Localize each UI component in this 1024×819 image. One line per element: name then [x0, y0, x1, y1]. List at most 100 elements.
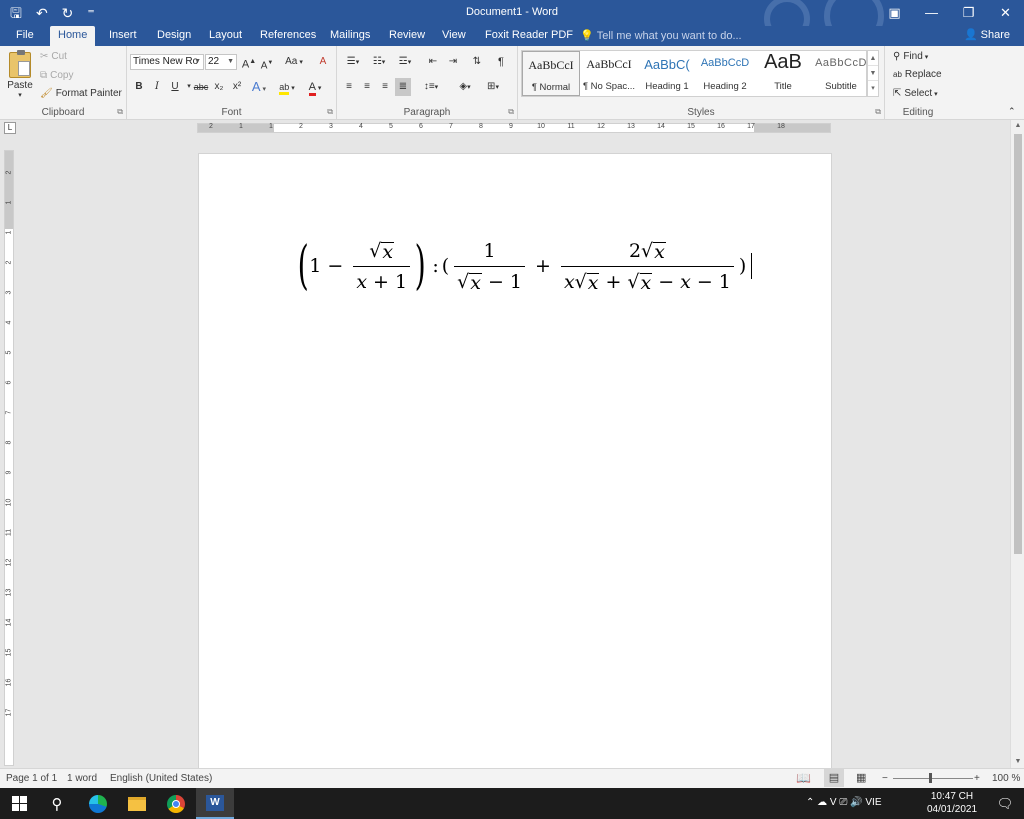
- strikethrough-button[interactable]: abc: [193, 78, 209, 96]
- taskbar-clock[interactable]: 10:47 CH 04/01/2021: [920, 790, 984, 816]
- scroll-up-icon[interactable]: ▲: [1011, 120, 1024, 132]
- paragraph-launcher-icon[interactable]: ⧉: [508, 107, 514, 117]
- notifications-icon[interactable]: 🗨: [986, 788, 1024, 819]
- search-taskbar-icon[interactable]: ⚲: [38, 788, 76, 819]
- sort-button[interactable]: ⇅: [469, 53, 485, 71]
- align-center-button[interactable]: ≡: [359, 78, 375, 96]
- shading-button[interactable]: ◈▾: [453, 78, 477, 96]
- decrease-indent-button[interactable]: ⇤: [425, 53, 441, 71]
- replace-button[interactable]: ab Replace: [893, 69, 942, 80]
- tab-home[interactable]: Home: [50, 26, 96, 46]
- line-spacing-button[interactable]: ↕≡▾: [419, 78, 443, 96]
- find-button[interactable]: ⚲ Find ▾: [893, 51, 928, 62]
- copy-button[interactable]: ⧉ Copy: [40, 70, 74, 81]
- bold-button[interactable]: B: [131, 78, 147, 96]
- tab-design[interactable]: Design: [149, 26, 199, 46]
- file-explorer-icon[interactable]: [118, 788, 156, 819]
- shrink-font-button[interactable]: A▼: [259, 54, 275, 72]
- gallery-up-icon[interactable]: ▲: [868, 51, 878, 66]
- bullets-button[interactable]: ☰▾: [341, 53, 365, 71]
- cut-button[interactable]: ✂ Cut: [40, 51, 67, 62]
- scroll-thumb[interactable]: [1014, 134, 1022, 554]
- tab-review[interactable]: Review: [381, 26, 433, 46]
- style-heading-1[interactable]: AaBbC( Heading 1: [638, 51, 696, 96]
- style-subtitle[interactable]: AaBbCcD Subtitle: [812, 51, 870, 96]
- align-right-button[interactable]: ≡: [377, 78, 393, 96]
- document-page[interactable]: ( 1 − √ x x +1 ) : ( 1 √ x −1 + 2 √ x x √ x + √ x − x…: [198, 153, 832, 768]
- zoom-slider-thumb[interactable]: [929, 773, 932, 783]
- numbering-button[interactable]: ☷▾: [367, 53, 391, 71]
- system-tray-icons[interactable]: ⌃ ☁ V ⎚ 🔊 VIE: [806, 797, 882, 808]
- word-count[interactable]: 1 word: [67, 773, 97, 784]
- font-launcher-icon[interactable]: ⧉: [327, 107, 333, 117]
- align-left-button[interactable]: ≡: [341, 78, 357, 96]
- word-app-icon[interactable]: W: [196, 788, 234, 819]
- style-normal[interactable]: AaBbCcI ¶ Normal: [522, 51, 580, 96]
- grow-font-button[interactable]: A▲: [241, 53, 257, 71]
- tab-selector[interactable]: L: [4, 122, 16, 134]
- styles-launcher-icon[interactable]: ⧉: [875, 107, 881, 117]
- collapse-ribbon-icon[interactable]: ⌃: [1008, 106, 1016, 117]
- italic-button[interactable]: I: [149, 78, 165, 96]
- style-title[interactable]: AaB Title: [754, 51, 812, 96]
- superscript-button[interactable]: x²: [229, 78, 245, 96]
- tab-file[interactable]: File: [8, 26, 42, 46]
- share-button[interactable]: 👤 Share: [964, 28, 1010, 41]
- tab-layout[interactable]: Layout: [201, 26, 250, 46]
- start-button[interactable]: [0, 788, 38, 819]
- gallery-down-icon[interactable]: ▼: [868, 66, 878, 81]
- zoom-level[interactable]: 100 %: [992, 773, 1020, 784]
- text-effects-button[interactable]: A ▾: [251, 78, 267, 96]
- language-status[interactable]: English (United States): [110, 773, 212, 784]
- subscript-button[interactable]: x₂: [211, 78, 227, 96]
- zoom-slider[interactable]: [893, 778, 973, 779]
- vruler-number: 9: [5, 470, 13, 475]
- print-layout-icon[interactable]: ▤: [824, 769, 844, 787]
- scroll-down-icon[interactable]: ▼: [1011, 756, 1024, 768]
- style-heading-2[interactable]: AaBbCcD Heading 2: [696, 51, 754, 96]
- select-button[interactable]: ⇱ Select ▾: [893, 88, 938, 99]
- paste-dropdown-icon[interactable]: ▾: [6, 91, 34, 99]
- ribbon-display-options-icon[interactable]: ▣: [876, 0, 913, 26]
- vertical-ruler[interactable]: 2 1 1 2 3 4 5 6 7 8 9 10 11 12 13 14 15 16 17: [4, 150, 14, 766]
- read-mode-icon[interactable]: 📖: [796, 771, 811, 785]
- vertical-scrollbar[interactable]: ▲ ▼: [1010, 120, 1024, 768]
- font-size-combo[interactable]: 22 ▼: [205, 54, 237, 70]
- tell-me-search[interactable]: 💡 Tell me what you want to do...: [580, 29, 742, 42]
- change-case-button[interactable]: Aa ▾: [283, 53, 305, 71]
- font-color-button[interactable]: A ▾: [307, 78, 323, 96]
- restore-icon[interactable]: ❐: [950, 0, 987, 26]
- highlight-button[interactable]: ab ▾: [279, 78, 295, 96]
- format-painter-button[interactable]: 🖌 Format Painter: [40, 88, 122, 99]
- style-no-spacing[interactable]: AaBbCcI ¶ No Spac...: [580, 51, 638, 96]
- tab-view[interactable]: View: [434, 26, 474, 46]
- tab-foxit-reader-pdf[interactable]: Foxit Reader PDF: [477, 26, 581, 46]
- zoom-in-button[interactable]: +: [974, 773, 980, 784]
- select-label: Select: [904, 88, 933, 99]
- close-icon[interactable]: ✕: [987, 0, 1024, 26]
- horizontal-ruler[interactable]: 2 1 1 2 3 4 5 6 7 8 9 10 11 12 13 14 15 16 17 18: [197, 123, 831, 133]
- clear-formatting-button[interactable]: A: [315, 53, 331, 71]
- edge-browser-icon[interactable]: [79, 788, 117, 819]
- multilevel-list-button[interactable]: ☲▾: [393, 53, 417, 71]
- increase-indent-button[interactable]: ⇥: [445, 53, 461, 71]
- math-equation[interactable]: ( 1 − √ x x +1 ) : ( 1 √ x −1 + 2 √ x x √ x + √ x − x…: [297, 234, 753, 298]
- tab-references[interactable]: References: [252, 26, 324, 46]
- paste-button[interactable]: Paste ▾: [6, 50, 34, 99]
- chrome-browser-icon[interactable]: [157, 788, 195, 819]
- cut-label: Cut: [51, 51, 67, 62]
- page-count[interactable]: Page 1 of 1: [6, 773, 57, 784]
- show-marks-button[interactable]: ¶: [493, 53, 509, 71]
- gallery-more-icon[interactable]: ▾: [868, 81, 878, 96]
- zoom-out-button[interactable]: −: [882, 773, 888, 784]
- tab-mailings[interactable]: Mailings: [322, 26, 378, 46]
- justify-button[interactable]: ≣: [395, 78, 411, 96]
- font-name-combo[interactable]: Times New Ro ▼: [130, 54, 204, 70]
- borders-button[interactable]: ⊞▾: [481, 78, 505, 96]
- clipboard-launcher-icon[interactable]: ⧉: [117, 107, 123, 117]
- minimize-icon[interactable]: —: [913, 0, 950, 26]
- tab-insert[interactable]: Insert: [101, 26, 145, 46]
- group-clipboard: Paste ▾ ✂ Cut ⧉ Copy 🖌 Format Painter Clipb…: [0, 46, 127, 120]
- tell-me-text: Tell me what you want to do...: [596, 30, 742, 42]
- web-layout-icon[interactable]: ▦: [856, 771, 866, 784]
